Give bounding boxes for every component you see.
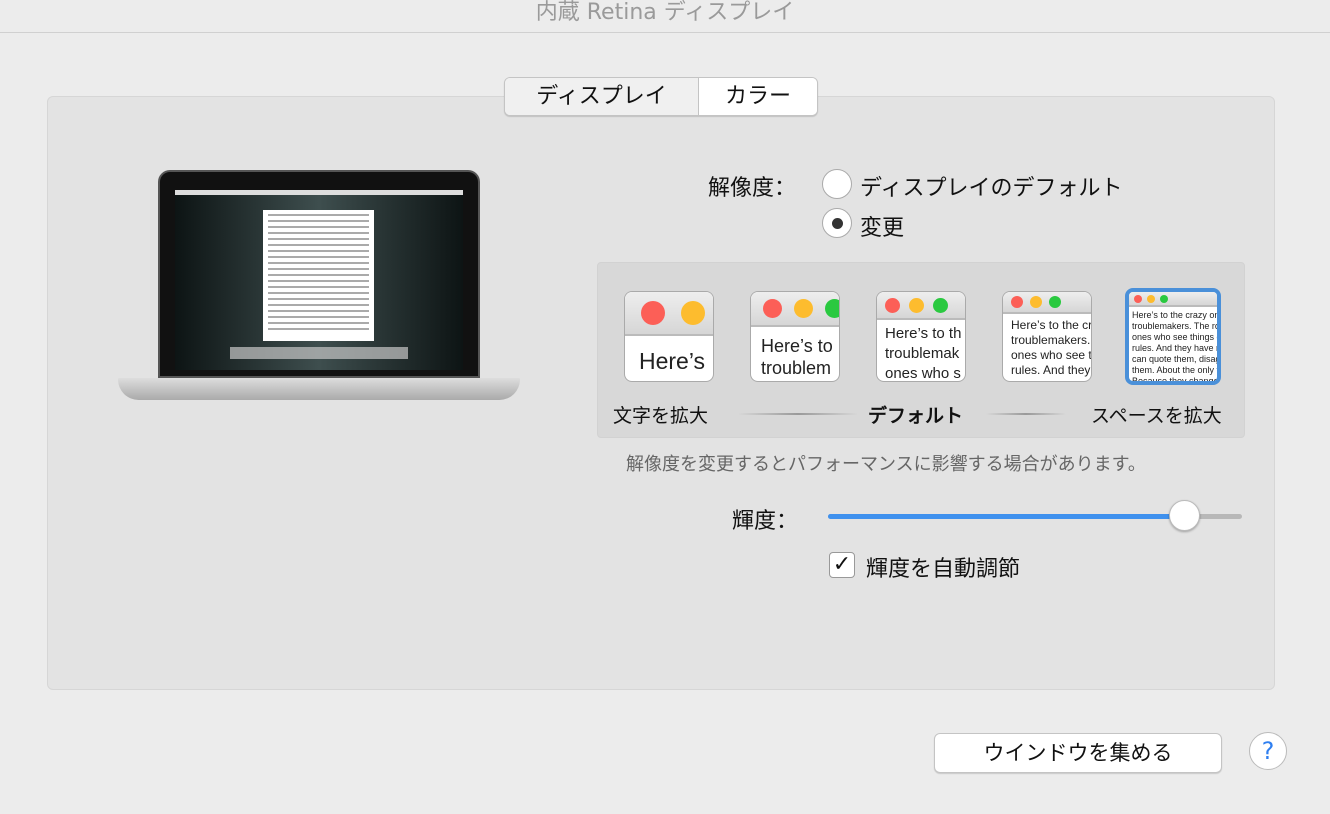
resolution-option-2[interactable]: Here’s to troublem <box>750 291 840 382</box>
scale-right-label: スペースを拡大 <box>1091 405 1222 427</box>
window-title: 内蔵 Retina ディスプレイ <box>0 0 1330 33</box>
divider <box>738 413 858 415</box>
scale-center-label: デフォルト <box>868 405 964 427</box>
resolution-picker: Here’s Here’s to troublem Here’s to th t… <box>597 262 1245 438</box>
tab-color[interactable]: カラー <box>699 78 817 115</box>
resolution-option-1[interactable]: Here’s <box>624 291 714 382</box>
resolution-option-5[interactable]: Here’s to the crazy one troublemakers. T… <box>1125 288 1221 385</box>
resolution-option-4[interactable]: Here’s to the cr troublemakers. ones who… <box>1002 291 1092 382</box>
help-button[interactable]: ? <box>1249 732 1287 770</box>
document-window-image <box>263 210 374 341</box>
scale-left-label: 文字を拡大 <box>613 405 709 427</box>
laptop-illustration <box>118 170 520 415</box>
divider <box>986 413 1066 415</box>
tab-display[interactable]: ディスプレイ <box>505 78 699 115</box>
auto-brightness-label[interactable]: 輝度を自動調節 <box>866 551 1020 583</box>
radio-default-label[interactable]: ディスプレイのデフォルト <box>860 170 1122 202</box>
brightness-fill <box>828 514 1185 519</box>
brightness-knob[interactable] <box>1169 500 1201 531</box>
brightness-slider[interactable] <box>828 500 1242 531</box>
resolution-option-3[interactable]: Here’s to th troublemak ones who s <box>876 291 966 382</box>
brightness-label: 輝度： <box>732 509 799 534</box>
dock-image <box>230 347 408 359</box>
performance-note: 解像度を変更するとパフォーマンスに影響する場合があります。 <box>626 454 1146 475</box>
radio-scaled-label[interactable]: 変更 <box>860 210 904 242</box>
gather-windows-button[interactable]: ウインドウを集める <box>934 733 1222 773</box>
radio-scaled[interactable] <box>822 208 852 238</box>
tab-bar: ディスプレイ カラー <box>504 77 818 116</box>
radio-default[interactable] <box>822 169 852 199</box>
auto-brightness-checkbox[interactable]: ✓ <box>829 552 855 578</box>
resolution-label: 解像度： <box>708 176 797 201</box>
